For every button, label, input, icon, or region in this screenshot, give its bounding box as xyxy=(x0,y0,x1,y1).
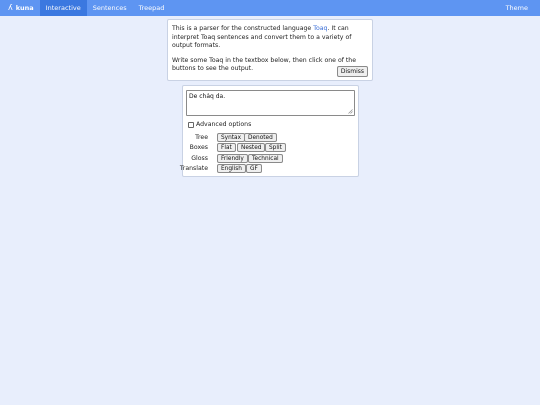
nested-button[interactable]: Nested xyxy=(237,143,266,152)
toaq-input-value: De chảq da. xyxy=(189,93,226,100)
gf-button[interactable]: GF xyxy=(246,164,262,173)
syntax-button[interactable]: Syntax xyxy=(217,133,246,142)
technical-button[interactable]: Technical xyxy=(248,154,283,163)
brand[interactable]: ʎ kuna xyxy=(0,0,40,16)
row-label-tree: Tree xyxy=(195,134,208,141)
row-label-gloss: Gloss xyxy=(191,155,208,162)
intro-description: This is a parser for the constructed lan… xyxy=(172,25,368,51)
nav-link-sentences[interactable]: Sentences xyxy=(87,0,133,16)
toaq-input[interactable]: De chảq da. xyxy=(186,90,355,116)
dismiss-button[interactable]: Dismiss xyxy=(336,66,368,77)
advanced-options-label: Advanced options xyxy=(196,121,252,128)
nav-link-interactive[interactable]: Interactive xyxy=(39,0,87,16)
intro-text-before: This is a parser for the constructed lan… xyxy=(172,25,314,32)
intro-card: This is a parser for the constructed lan… xyxy=(167,19,373,81)
theme-button[interactable]: Theme xyxy=(498,0,540,16)
navbar: ʎ kuna Interactive Sentences Treepad The… xyxy=(0,0,540,16)
advanced-options[interactable]: Advanced options xyxy=(188,121,251,128)
row-label-boxes: Boxes xyxy=(189,144,208,151)
advanced-options-checkbox[interactable] xyxy=(188,121,194,128)
flat-button[interactable]: Flat xyxy=(217,143,236,152)
resize-handle-icon[interactable] xyxy=(348,109,353,114)
parser-panel: De chảq da. Advanced options Tree Syntax… xyxy=(180,85,359,177)
friendly-button[interactable]: Friendly xyxy=(217,154,248,163)
nav-link-treepad[interactable]: Treepad xyxy=(133,0,171,16)
brand-name: kuna xyxy=(15,4,34,12)
split-button[interactable]: Split xyxy=(265,143,286,152)
toaq-link[interactable]: Toaq xyxy=(313,25,327,32)
row-label-translate: Translate xyxy=(179,165,208,172)
denoted-button[interactable]: Denoted xyxy=(244,133,277,142)
lambda-icon: ʎ xyxy=(8,3,13,12)
english-button[interactable]: English xyxy=(217,164,246,173)
